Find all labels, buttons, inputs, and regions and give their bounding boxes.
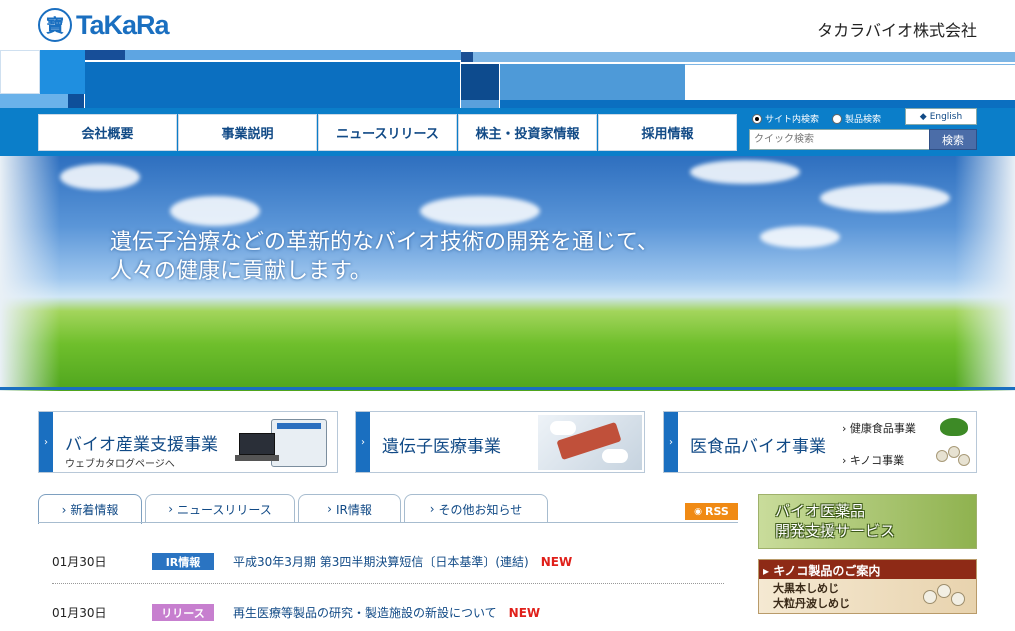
tab-ir-label: IR情報: [335, 502, 372, 517]
nav-recruit[interactable]: 採用情報: [598, 114, 737, 151]
chevron-right-icon: ›: [327, 502, 332, 516]
business-title: 遺伝子医療事業: [382, 437, 501, 457]
nav-investor[interactable]: 株主・投資家情報: [458, 114, 597, 151]
news-separator: [52, 583, 724, 584]
herb-plant-image: [934, 414, 974, 442]
health-food-link[interactable]: › 健康食品事業: [842, 420, 916, 436]
mushroom-banner-title-text: キノコ製品のご案内: [773, 564, 881, 578]
news-category-badge: IR情報: [152, 553, 214, 570]
business-title: 医食品バイオ事業: [690, 437, 826, 457]
english-label: English: [929, 111, 963, 122]
global-nav: 会社概要 事業説明 ニュースリリース 株主・投資家情報 採用情報 サイト内検索 …: [0, 108, 1015, 156]
chevron-right-icon: ▸: [763, 564, 774, 578]
radio-site-search[interactable]: サイト内検索: [752, 112, 819, 125]
hero-fade-left: [0, 156, 60, 391]
mushroom-image: [932, 444, 974, 470]
logo-text: TaKaRa: [76, 9, 170, 40]
nav-business[interactable]: 事業説明: [178, 114, 317, 151]
chevron-right-icon: ›: [664, 412, 678, 472]
tab-news-release[interactable]: › ニュースリリース: [145, 494, 295, 523]
new-badge: NEW: [508, 606, 541, 620]
tab-news-release-label: ニュースリリース: [177, 502, 272, 517]
news-date: 01月30日: [52, 606, 107, 620]
hero-line-2: 人々の健康に貢献します。: [110, 259, 372, 284]
chevron-right-icon: ›: [61, 502, 67, 517]
nav-news-release[interactable]: ニュースリリース: [318, 114, 457, 151]
english-link[interactable]: ◆ English: [905, 108, 977, 125]
cloud-shape: [420, 196, 540, 226]
company-name: タカラバイオ株式会社: [817, 21, 977, 40]
hero-message: 遺伝子治療などの革新的なバイオ技術の開発を通じて、 人々の健康に貢献します。: [110, 228, 659, 286]
mushroom-image: [919, 582, 973, 612]
tab-latest[interactable]: › 新着情報: [38, 494, 142, 524]
cloud-shape: [60, 164, 140, 190]
search-button[interactable]: 検索: [929, 129, 977, 150]
mushroom-name-1: 大黒本しめじ: [773, 582, 839, 595]
chevron-right-icon: ›: [842, 454, 850, 467]
chevron-right-icon: ›: [168, 502, 173, 516]
cloud-shape: [170, 196, 260, 226]
chevron-right-icon: ›: [356, 412, 370, 472]
radio-site-search-label: サイト内検索: [765, 115, 820, 125]
hero-fade-right: [955, 156, 1015, 391]
news-title: 再生医療等製品の研究・製造施設の新設について: [233, 606, 497, 620]
news-item[interactable]: 01月30日 リリース 再生医療等製品の研究・製造施設の新設について NEW: [38, 599, 724, 625]
news-title: 平成30年3月期 第3四半期決算短信〔日本基準〕(連結): [233, 555, 529, 569]
mushroom-label: キノコ事業: [849, 454, 905, 467]
news-title-link[interactable]: 平成30年3月期 第3四半期決算短信〔日本基準〕(連結) NEW: [233, 553, 572, 570]
news-date: 01月30日: [52, 555, 107, 569]
bio-drug-banner-text: バイオ医薬品 開発支援サービス: [775, 502, 896, 540]
news-title-link[interactable]: 再生医療等製品の研究・製造施設の新設について NEW: [233, 604, 540, 621]
lab-instrument-image: [235, 415, 331, 470]
tab-ir[interactable]: › IR情報: [298, 494, 401, 523]
radio-product-search[interactable]: 製品検索: [832, 112, 881, 125]
tab-other[interactable]: › その他お知らせ: [404, 494, 548, 523]
new-badge: NEW: [540, 555, 573, 569]
radio-unchecked-icon: [832, 113, 842, 124]
business-bio-industry-card[interactable]: › バイオ産業支援事業 ウェブカタログページへ: [38, 411, 338, 473]
takara-logo[interactable]: 寶 TaKaRa: [38, 8, 170, 42]
mushroom-banner-names: 大黒本しめじ 大粒丹波しめじ: [773, 581, 850, 611]
tab-other-label: その他お知らせ: [438, 502, 523, 517]
mushroom-name-2: 大粒丹波しめじ: [773, 597, 850, 610]
cloud-shape: [690, 160, 800, 184]
chevron-right-icon: ›: [429, 502, 435, 516]
tab-underline: [38, 522, 738, 523]
mushroom-link[interactable]: › キノコ事業: [842, 452, 904, 468]
business-title: バイオ産業支援事業: [65, 435, 218, 455]
chevron-right-icon: ›: [842, 422, 850, 435]
logo-mark-icon: 寶: [38, 8, 72, 42]
health-food-label: 健康食品事業: [849, 422, 916, 435]
site-header: 寶 TaKaRa タカラバイオ株式会社: [0, 0, 1015, 50]
quick-search-input[interactable]: [749, 129, 931, 150]
nav-company-overview[interactable]: 会社概要: [38, 114, 177, 151]
business-sub: ウェブカタログページへ: [65, 459, 175, 470]
news-category-badge: リリース: [152, 604, 214, 621]
mushroom-banner-title: ▸ キノコ製品のご案内: [763, 562, 880, 579]
chevron-right-icon: ›: [39, 412, 53, 472]
hero-banner: 遺伝子治療などの革新的なバイオ技術の開発を通じて、 人々の健康に貢献します。: [0, 156, 1015, 391]
hero-line-1: 遺伝子治療などの革新的なバイオ技術の開発を通じて、: [110, 230, 659, 255]
rss-label: RSS: [705, 505, 729, 518]
radio-checked-icon: [752, 113, 762, 124]
header-mosaic-banner: [0, 50, 1015, 108]
rss-button[interactable]: ◉ RSS: [685, 503, 738, 520]
diamond-bullet-icon: ◆: [919, 111, 927, 122]
business-food-bio-card[interactable]: › 医食品バイオ事業 › 健康食品事業 › キノコ事業: [663, 411, 977, 473]
bio-drug-service-banner[interactable]: バイオ医薬品 開発支援サービス: [758, 494, 977, 549]
lab-work-image: [538, 415, 642, 470]
hero-divider: [0, 387, 1015, 390]
mushroom-products-banner[interactable]: ▸ キノコ製品のご案内 大黒本しめじ 大粒丹波しめじ: [758, 559, 977, 614]
radio-product-search-label: 製品検索: [845, 115, 882, 125]
tab-latest-label: 新着情報: [70, 503, 119, 517]
news-item[interactable]: 01月30日 IR情報 平成30年3月期 第3四半期決算短信〔日本基準〕(連結)…: [38, 548, 724, 574]
cloud-shape: [760, 226, 840, 248]
cloud-shape: [820, 184, 950, 212]
rss-icon: ◉: [694, 506, 703, 517]
business-gene-medicine-card[interactable]: › 遺伝子医療事業: [355, 411, 645, 473]
